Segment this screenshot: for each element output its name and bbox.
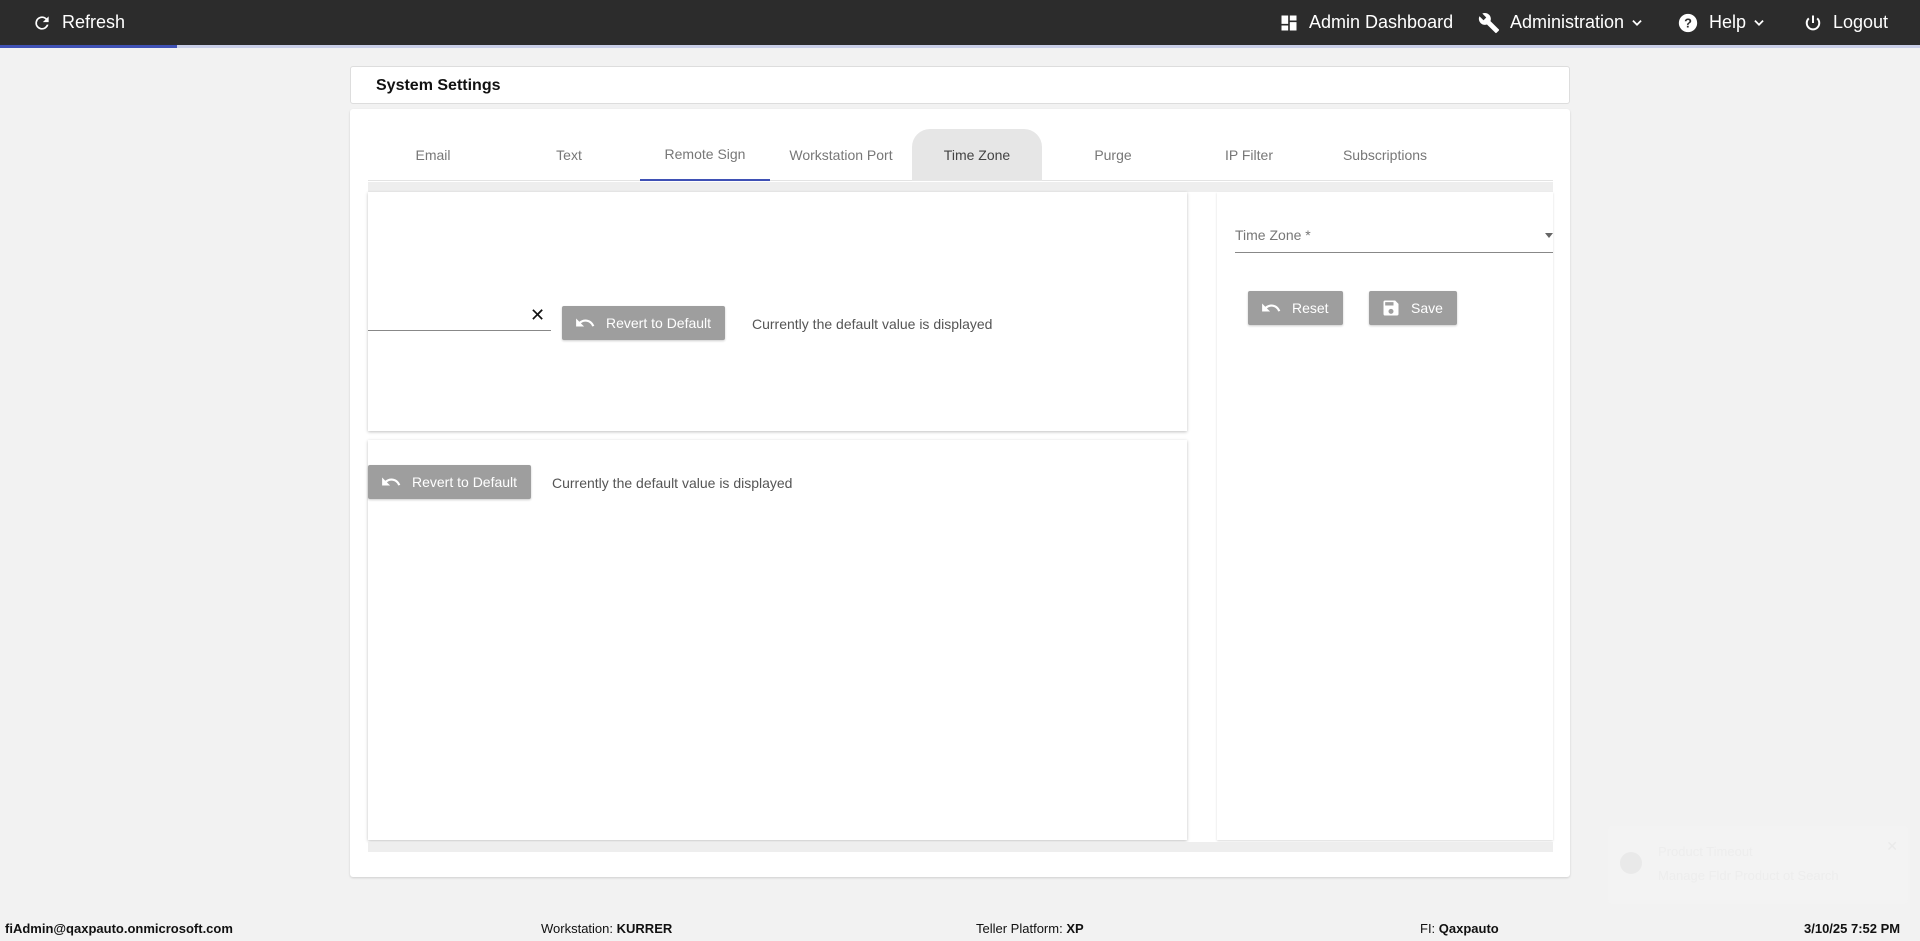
settings-tabs: Email Text Remote Sign Workstation Port …: [368, 129, 1553, 181]
refresh-icon: [35, 15, 49, 30]
setting-panel-1: ✕ Revert to Default Currently the defaul…: [368, 192, 1187, 431]
close-icon[interactable]: ✕: [530, 305, 545, 326]
reset-button[interactable]: Reset: [1248, 291, 1343, 325]
footer-fi: FI: Qaxpauto: [1420, 921, 1499, 936]
administration-label: Administration: [1510, 12, 1625, 32]
chevron-down-icon: [1754, 19, 1764, 26]
administration-menu[interactable]: Administration: [1478, 0, 1644, 45]
undo-icon: [1262, 303, 1281, 312]
time-zone-panel: Time Zone * Reset Save: [1217, 192, 1553, 840]
setting-panel-2: Revert to Default Currently the default …: [368, 440, 1187, 840]
tab-time-zone[interactable]: Time Zone: [912, 129, 1042, 181]
help-menu[interactable]: ? Help: [1677, 0, 1766, 45]
tab-text[interactable]: Text: [504, 129, 634, 181]
undo-icon: [576, 318, 595, 327]
logout-button[interactable]: Logout: [1803, 0, 1888, 45]
default-value-note: Currently the default value is displayed: [752, 316, 993, 332]
content-bottom-divider: [368, 842, 1553, 852]
default-value-note: Currently the default value is displayed: [552, 475, 793, 491]
tab-remote-sign[interactable]: Remote Sign: [640, 129, 770, 181]
loading-progress-fill: [0, 45, 177, 48]
tab-workstation-port[interactable]: Workstation Port: [776, 129, 906, 181]
tab-subscriptions[interactable]: Subscriptions: [1320, 129, 1450, 181]
chevron-down-icon: [1632, 19, 1642, 26]
toast-title: Product Timeout: [1658, 844, 1753, 859]
power-icon: [1805, 15, 1821, 30]
revert-label: Revert to Default: [606, 315, 712, 331]
undo-icon: [382, 477, 401, 486]
refresh-label: Refresh: [62, 12, 126, 32]
admin-dashboard-link[interactable]: Admin Dashboard: [1279, 0, 1453, 45]
top-navigation-bar: Refresh Admin Dashboard Administration ?…: [0, 0, 1920, 48]
status-footer: fiAdmin@qaxpauto.onmicrosoft.com Worksta…: [0, 915, 1920, 941]
settings-header-card: System Settings: [350, 66, 1570, 104]
tab-purge[interactable]: Purge: [1048, 129, 1178, 181]
revert-to-default-button[interactable]: Revert to Default: [562, 306, 726, 340]
save-label: Save: [1411, 300, 1443, 316]
setting-value-input[interactable]: [368, 303, 551, 331]
logout-label: Logout: [1833, 12, 1889, 32]
notification-toast[interactable]: Product Timeout Manage Fldr Product ot S…: [1608, 826, 1908, 904]
save-icon: [1383, 300, 1399, 316]
wrench-icon: [1478, 12, 1500, 33]
dropdown-arrow-icon: [1545, 233, 1553, 238]
reset-label: Reset: [1292, 300, 1329, 316]
revert-to-default-button[interactable]: Revert to Default: [368, 465, 532, 499]
info-icon: [1620, 852, 1642, 874]
tab-email[interactable]: Email: [368, 129, 498, 181]
admin-dashboard-label: Admin Dashboard: [1309, 12, 1454, 32]
tab-ip-filter[interactable]: IP Filter: [1184, 129, 1314, 181]
save-button[interactable]: Save: [1369, 291, 1457, 325]
help-icon: ?: [1678, 13, 1698, 32]
close-icon[interactable]: ✕: [1886, 838, 1898, 855]
footer-workstation: Workstation: KURRER: [541, 921, 673, 936]
footer-datetime: 3/10/25 7:52 PM: [1804, 921, 1901, 936]
refresh-button[interactable]: Refresh: [32, 0, 125, 45]
time-zone-placeholder: Time Zone *: [1235, 227, 1311, 243]
settings-card: Email Text Remote Sign Workstation Port …: [350, 109, 1570, 877]
page-title: System Settings: [376, 77, 501, 94]
toast-message: Manage Fldr Product ot Search: [1658, 868, 1839, 883]
help-label: Help: [1709, 12, 1747, 32]
loading-progress-bar: [0, 45, 1920, 48]
content-divider: [368, 182, 1553, 192]
dashboard-icon: [1281, 15, 1297, 30]
revert-label: Revert to Default: [412, 474, 518, 490]
svg-text:?: ?: [1684, 15, 1692, 30]
footer-teller-platform: Teller Platform: XP: [976, 921, 1084, 936]
time-zone-select[interactable]: Time Zone *: [1235, 225, 1553, 253]
footer-user: fiAdmin@qaxpauto.onmicrosoft.com: [5, 921, 233, 936]
